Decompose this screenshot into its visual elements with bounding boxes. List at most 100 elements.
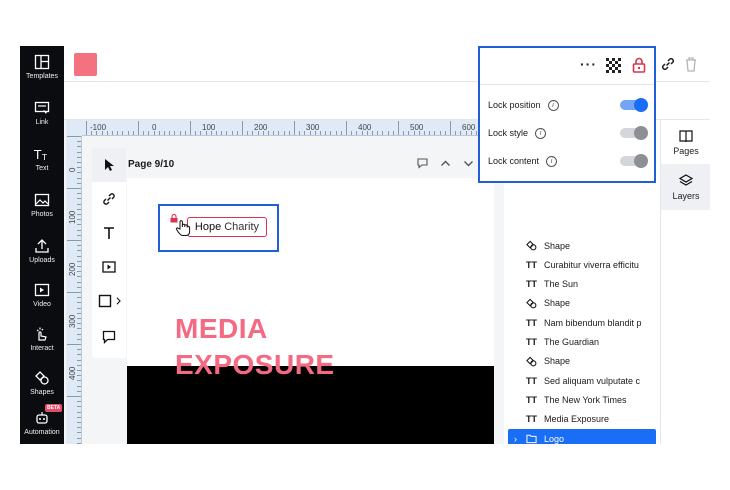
color-swatch[interactable] [74, 53, 97, 76]
sidebar-item-interact[interactable]: Interact [20, 322, 64, 366]
ruler-tick [330, 131, 332, 135]
logo-bold-word: Hope [194, 221, 222, 233]
info-icon[interactable]: i [546, 155, 558, 167]
sidebar-item-video[interactable]: Video [20, 278, 64, 322]
ruler-tick [195, 131, 197, 135]
ruler-tick [67, 396, 81, 397]
ruler-tick [335, 131, 337, 135]
ruler-corner [66, 120, 82, 136]
popup-divider [480, 84, 654, 85]
ruler-tick [67, 292, 81, 293]
ruler-tick [179, 131, 181, 135]
ruler-tick [77, 318, 81, 319]
ruler-tick [340, 131, 342, 135]
tab-layers[interactable]: Layers [661, 164, 710, 210]
svg-text:T: T [34, 148, 42, 162]
lock-position-toggle[interactable] [620, 98, 648, 112]
layer-item[interactable]: TT Curabitur viverra efficitu [508, 255, 656, 274]
ruler-label: 300 [68, 314, 77, 328]
sidebar-item-label: Link [35, 119, 49, 126]
transparency-icon[interactable] [606, 58, 621, 73]
link-icon[interactable] [660, 56, 676, 72]
ruler-tick [200, 131, 202, 135]
page-header: Page 9/10 [126, 150, 494, 178]
sidebar-item-label: Photos [31, 211, 53, 218]
select-tool[interactable] [92, 148, 126, 182]
ruler-tick [465, 131, 467, 135]
ruler-tick [77, 390, 81, 392]
ruler-tick [320, 131, 321, 135]
ruler-label: 100 [202, 123, 216, 132]
shape-tool[interactable] [92, 284, 126, 318]
ruler-tick [346, 121, 347, 135]
ruler-tick [101, 131, 103, 135]
comment-tool[interactable] [92, 320, 126, 354]
shape-icon [526, 356, 537, 367]
layer-item[interactable]: › Logo [508, 429, 656, 444]
selection-box[interactable]: Hope Charity [158, 204, 279, 252]
ruler-tick [77, 302, 81, 304]
info-icon[interactable]: i [547, 99, 559, 111]
link-tool[interactable] [92, 182, 126, 216]
upload-icon [35, 239, 49, 253]
hope-charity-logo-text[interactable]: Hope Charity [187, 217, 267, 237]
text-layer-icon: TT [526, 375, 537, 386]
ruler-tick [268, 131, 269, 135]
layer-item[interactable]: TT The Sun [508, 275, 656, 294]
ruler-tick [148, 131, 150, 135]
layer-item[interactable]: TT The New York Times [508, 390, 656, 409]
layer-item[interactable]: Shape [508, 352, 656, 371]
tab-pages[interactable]: Pages [661, 120, 710, 164]
ruler-tick [77, 354, 81, 356]
ruler-tick [77, 260, 81, 262]
media-exposure-heading[interactable]: MEDIA EXPOSURE [175, 311, 335, 383]
chevron-down-icon[interactable] [463, 158, 474, 169]
sidebar-item-templates[interactable]: Templates [20, 50, 64, 94]
video-tool[interactable] [92, 250, 126, 284]
chevron-right-icon [116, 297, 121, 305]
shape-layer-icon [526, 356, 540, 367]
text-icon: TT [34, 148, 47, 162]
sidebar-item-automation[interactable]: BETA Automation [20, 404, 64, 444]
ruler-tick [77, 245, 81, 247]
hand-cursor-icon [175, 220, 191, 236]
lock-icon[interactable] [632, 57, 646, 73]
lock-option-label: Lock content [488, 156, 540, 166]
text-tool[interactable] [92, 216, 126, 250]
ruler-tick [77, 250, 81, 252]
link-icon [103, 193, 115, 205]
layer-item[interactable]: TT The Guardian [508, 333, 656, 352]
ruler-tick [67, 188, 81, 189]
layer-label: Nam bibendum blandit p [544, 317, 642, 328]
chevron-up-icon[interactable] [440, 158, 451, 169]
ruler-tick [77, 193, 81, 195]
comment-icon[interactable] [417, 158, 428, 169]
info-icon[interactable]: i [535, 127, 547, 139]
chevron-right-icon[interactable]: › [514, 434, 517, 444]
ruler-tick [408, 131, 410, 135]
ruler-tick [77, 359, 81, 361]
sidebar-item-uploads[interactable]: Uploads [20, 234, 64, 278]
shape-icon [526, 240, 537, 251]
ruler-tick [476, 131, 477, 135]
layer-item[interactable]: TT Media Exposure [508, 410, 656, 429]
ruler-tick [278, 131, 280, 135]
sidebar-item-photos[interactable]: Photos [20, 188, 64, 232]
trash-icon[interactable] [684, 56, 698, 72]
ruler-tick [77, 276, 81, 278]
layer-item[interactable]: TT Sed aliquam vulputate c [508, 371, 656, 390]
design-canvas[interactable]: Hope Charity MEDIA EXPOSURE [127, 178, 494, 444]
sidebar-item-text[interactable]: TT Text [20, 142, 64, 186]
layer-item[interactable]: Shape [508, 236, 656, 255]
lock-content-toggle[interactable] [620, 154, 648, 168]
layer-item[interactable]: TT Nam bibendum blandit p [508, 313, 656, 332]
sidebar-item-link[interactable]: Link [20, 96, 64, 140]
layer-item[interactable]: Shape [508, 294, 656, 313]
ruler-tick [210, 131, 212, 135]
more-options-icon[interactable]: ··· [580, 56, 597, 72]
ruler-tick [387, 131, 389, 135]
lock-style-toggle[interactable] [620, 126, 648, 140]
beta-badge: BETA [45, 404, 63, 412]
ruler-tick [221, 131, 223, 135]
folder-icon [526, 434, 537, 444]
